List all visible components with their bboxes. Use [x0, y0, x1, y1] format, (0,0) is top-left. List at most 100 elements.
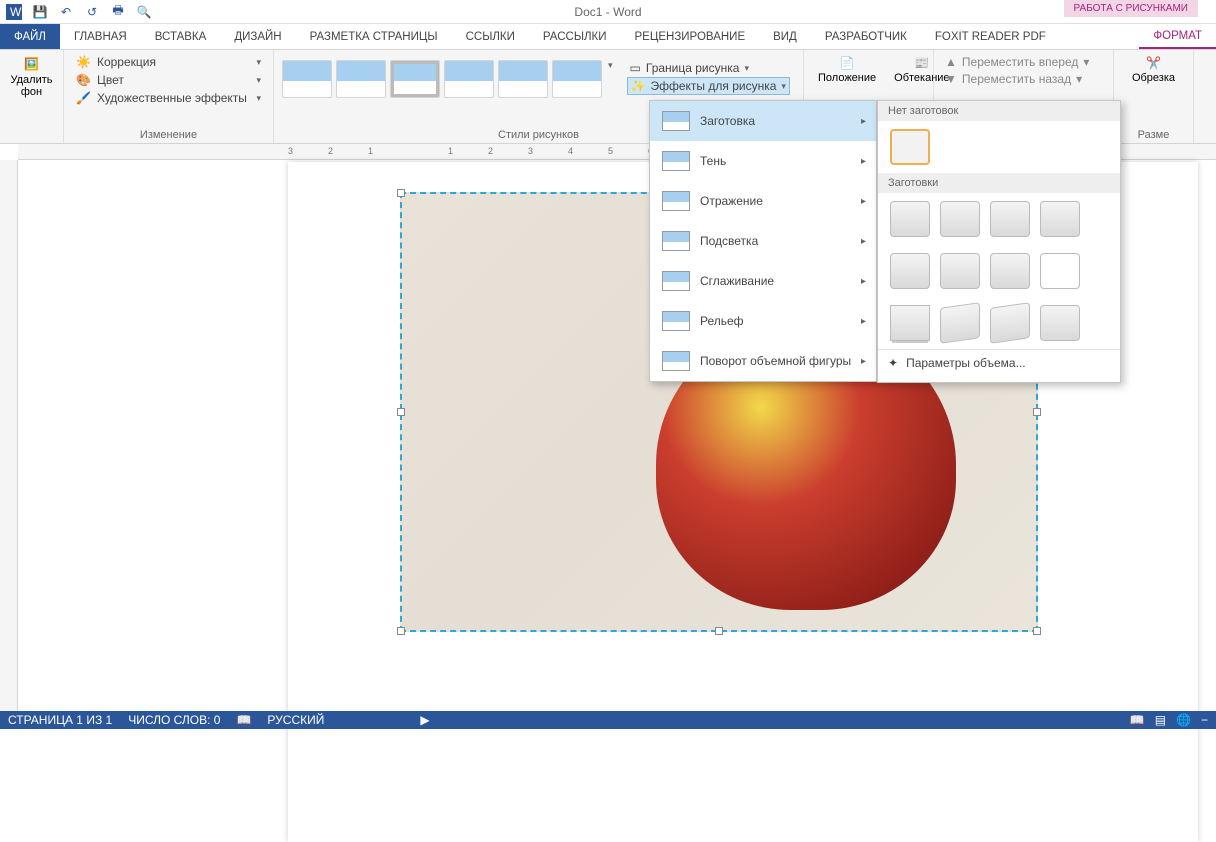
preset-4[interactable] [1040, 201, 1080, 237]
3d-options-item[interactable]: ✦ Параметры объема... [878, 349, 1120, 376]
picture-effects-menu: Заготовка▸ Тень▸ Отражение▸ Подсветка▸ С… [649, 100, 877, 382]
resize-handle-s[interactable] [715, 627, 723, 635]
tab-review[interactable]: РЕЦЕНЗИРОВАНИЕ [621, 24, 760, 49]
tab-foxit[interactable]: FOXIT READER PDF [921, 24, 1060, 49]
resize-handle-e[interactable] [1033, 408, 1041, 416]
contextual-tab-title: РАБОТА С РИСУНКАМИ [1064, 0, 1198, 17]
preset-1[interactable] [890, 201, 930, 237]
effects-3drotation-item[interactable]: Поворот объемной фигуры▸ [650, 341, 876, 381]
chevron-right-icon: ▸ [861, 356, 866, 367]
vertical-ruler[interactable] [0, 160, 18, 711]
preset-8[interactable] [1040, 253, 1080, 289]
tab-mailings[interactable]: РАССЫЛКИ [529, 24, 621, 49]
resize-handle-se[interactable] [1033, 627, 1041, 635]
preset-2[interactable] [940, 201, 980, 237]
effects-bevel-label: Рельеф [700, 314, 744, 328]
remove-background-button[interactable]: 🖼️ Удалить фон [8, 54, 55, 100]
color-icon: 🎨 [76, 73, 91, 87]
tab-file[interactable]: ФАЙЛ [0, 24, 60, 49]
svg-text:W: W [10, 5, 22, 19]
page-indicator[interactable]: СТРАНИЦА 1 ИЗ 1 [8, 713, 112, 727]
effects-bevel-item[interactable]: Рельеф▸ [650, 301, 876, 341]
word-count[interactable]: ЧИСЛО СЛОВ: 0 [128, 713, 220, 727]
zoom-out-icon[interactable]: − [1201, 713, 1208, 727]
ruler-mark: 4 [568, 146, 573, 156]
preset-7[interactable] [990, 253, 1030, 289]
picture-effects-label: Эффекты для рисунка [650, 79, 776, 93]
preset-none[interactable] [890, 129, 930, 165]
effects-glow-item[interactable]: Подсветка▸ [650, 221, 876, 261]
picture-style-4[interactable] [444, 60, 494, 98]
presets-header: Заготовки [878, 173, 1120, 193]
word-icon[interactable]: W [4, 2, 24, 22]
effects-softedges-item[interactable]: Сглаживание▸ [650, 261, 876, 301]
artistic-label: Художественные эффекты [97, 91, 247, 105]
tab-view[interactable]: ВИД [759, 24, 811, 49]
effects-glow-label: Подсветка [700, 234, 758, 248]
resize-handle-nw[interactable] [397, 189, 405, 197]
search-icon[interactable]: 🔍 [134, 2, 154, 22]
resize-handle-sw[interactable] [397, 627, 405, 635]
tab-insert[interactable]: ВСТАВКА [141, 24, 221, 49]
crop-button[interactable]: ✂️Обрезка [1122, 54, 1185, 86]
preset-10[interactable] [940, 302, 980, 344]
corrections-button[interactable]: ☀️Коррекция▾ [72, 54, 265, 70]
save-icon[interactable]: 💾 [30, 2, 50, 22]
send-backward-button[interactable]: ▼Переместить назад▾ [942, 71, 1105, 87]
resize-handle-w[interactable] [397, 408, 405, 416]
picture-style-2[interactable] [336, 60, 386, 98]
preset-6[interactable] [940, 253, 980, 289]
effects-preset-item[interactable]: Заготовка▸ [650, 101, 876, 141]
picture-style-1[interactable] [282, 60, 332, 98]
print-layout-icon[interactable]: ▤ [1155, 713, 1166, 727]
ruler-mark: 5 [608, 146, 613, 156]
macro-icon[interactable]: ▶ [420, 713, 429, 727]
color-label: Цвет [97, 73, 124, 87]
tab-developer[interactable]: РАЗРАБОТЧИК [811, 24, 921, 49]
web-layout-icon[interactable]: 🌐 [1176, 713, 1191, 727]
bevel-icon [662, 311, 690, 331]
effects-softedges-label: Сглаживание [700, 274, 774, 288]
preset-12[interactable] [1040, 305, 1080, 341]
remove-bg-icon: 🖼️ [24, 56, 40, 72]
tab-references[interactable]: ССЫЛКИ [452, 24, 529, 49]
picture-style-5[interactable] [498, 60, 548, 98]
ruler-mark: 2 [328, 146, 333, 156]
spellcheck-icon[interactable]: 📖 [236, 713, 251, 727]
rotation3d-icon [662, 351, 690, 371]
border-icon: ▭ [630, 61, 641, 75]
picture-border-button[interactable]: ▭Граница рисунка▾ [627, 60, 790, 76]
picture-style-3[interactable] [390, 60, 440, 98]
preset-9[interactable] [890, 305, 930, 341]
preset-3[interactable] [990, 201, 1030, 237]
tab-format[interactable]: ФОРМАТ [1139, 24, 1216, 49]
artistic-effects-button[interactable]: 🖌️Художественные эффекты▾ [72, 90, 265, 106]
picture-effects-button[interactable]: ✨Эффекты для рисунка▾ [627, 77, 790, 95]
print-icon[interactable]: 🖶 [108, 2, 128, 22]
bring-forward-button[interactable]: ▲Переместить вперед▾ [942, 54, 1105, 70]
position-label: Положение [818, 72, 876, 84]
redo-icon[interactable]: ↺ [82, 2, 102, 22]
chevron-down-icon: ▾ [256, 75, 261, 86]
effects-shadow-item[interactable]: Тень▸ [650, 141, 876, 181]
backward-icon: ▼ [945, 72, 957, 86]
tab-design[interactable]: ДИЗАЙН [220, 24, 295, 49]
picture-style-6[interactable] [552, 60, 602, 98]
title-bar: W 💾 ↶ ↺ 🖶 🔍 Doc1 - Word РАБОТА С РИСУНКА… [0, 0, 1216, 24]
effects-reflection-item[interactable]: Отражение▸ [650, 181, 876, 221]
group-adjust: ☀️Коррекция▾ 🎨 Цвет ▾ 🖌️Художественные эфф… [64, 50, 274, 143]
crop-icon: ✂️ [1146, 56, 1161, 70]
undo-icon[interactable]: ↶ [56, 2, 76, 22]
color-button[interactable]: 🎨 Цвет ▾ [72, 72, 265, 88]
language-indicator[interactable]: РУССКИЙ [267, 713, 324, 727]
forward-label: Переместить вперед [962, 55, 1078, 69]
effects-icon: ✨ [631, 79, 646, 93]
tab-home[interactable]: ГЛАВНАЯ [60, 24, 141, 49]
reading-view-icon[interactable]: 📖 [1130, 713, 1145, 727]
tab-page-layout[interactable]: РАЗМЕТКА СТРАНИЦЫ [296, 24, 452, 49]
preset-5[interactable] [890, 253, 930, 289]
styles-gallery-expand[interactable]: ▾ [608, 60, 613, 71]
preset-11[interactable] [990, 302, 1030, 344]
position-icon: 📄 [840, 56, 855, 70]
no-presets-header: Нет заготовок [878, 101, 1120, 121]
